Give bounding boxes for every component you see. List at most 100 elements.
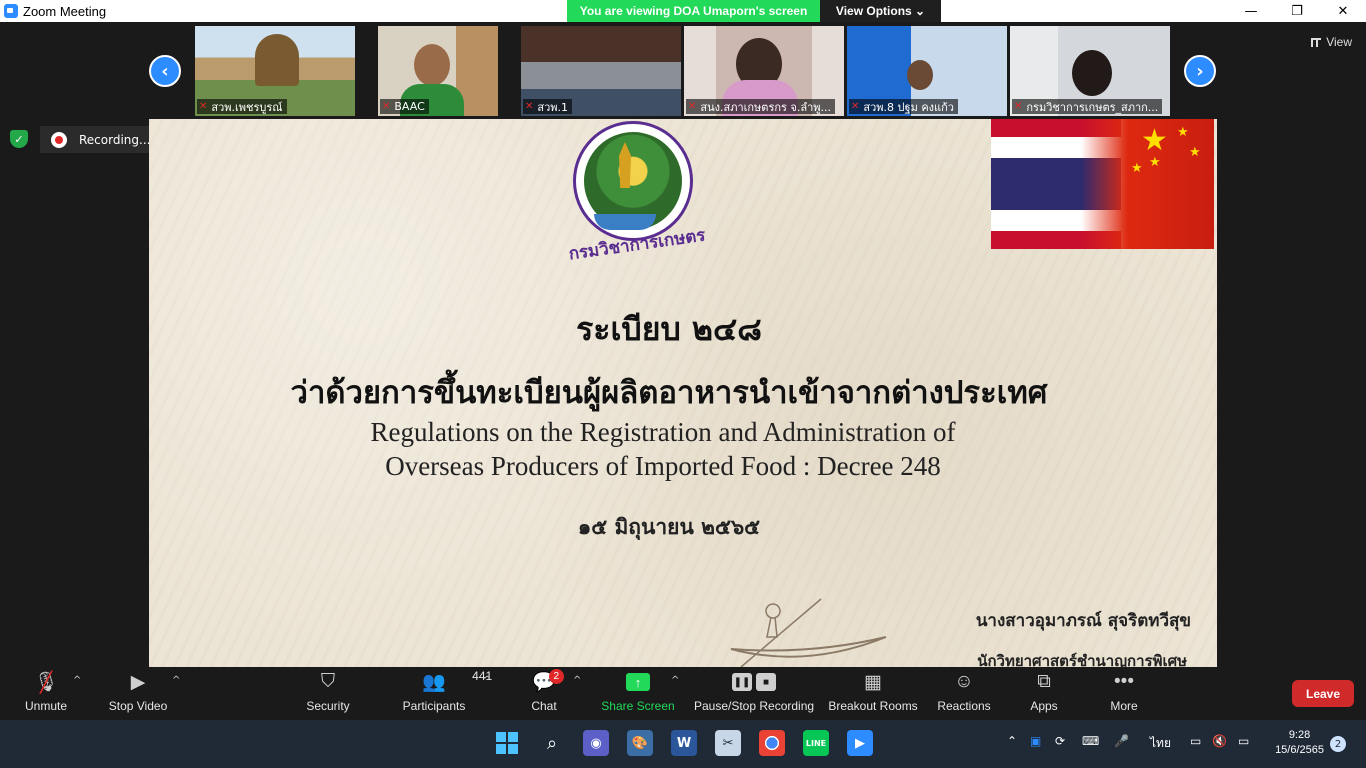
participant-thumbnail[interactable]: ✕ สวพ.8 ปฐม คงแก้ว	[847, 26, 1007, 116]
participant-name: สวพ.เพชรบูรณ์	[211, 100, 283, 114]
chrome-icon[interactable]	[759, 730, 785, 756]
apps-icon: ⧉	[1037, 671, 1051, 692]
sync-icon[interactable]: ⟳	[1055, 734, 1065, 748]
leave-button[interactable]: Leave	[1292, 680, 1354, 707]
viewing-message: You are viewing DOA Umaporn's screen	[567, 0, 820, 22]
recording-icon	[51, 131, 67, 148]
breakout-rooms-button[interactable]: ▦ Breakout Rooms	[828, 667, 918, 720]
participants-options-caret[interactable]: ^	[483, 675, 491, 686]
show-hidden-icons[interactable]: ⌃	[1007, 734, 1017, 748]
restore-button[interactable]: ❐	[1274, 0, 1320, 22]
slide-subtitle-thai: ว่าด้วยการขึ้นทะเบียนผู้ผลิตอาหารนำเข้าจ…	[290, 375, 1048, 411]
zoom-taskbar-icon[interactable]: ▶	[847, 730, 873, 756]
muted-mic-icon: ✕	[851, 101, 860, 112]
muted-mic-icon: ✕	[199, 101, 208, 112]
system-clock[interactable]: 9:28 15/6/2565	[1275, 728, 1324, 758]
thai-china-flags-image: ★ ★ ★ ★ ★	[991, 119, 1214, 249]
apps-button[interactable]: ⧉ Apps	[1028, 667, 1060, 720]
close-button[interactable]: ✕	[1320, 0, 1366, 22]
slide-date: ๑๕ มิถุนายน ๒๕๖๕	[577, 514, 761, 539]
video-camera-icon: ▶	[130, 671, 146, 693]
participant-name: สนง.สภาเกษตรกร จ.ลำพู...	[700, 100, 832, 114]
slide-title-thai: ระเบียบ ๒๔๘	[576, 310, 762, 348]
shield-icon: ⛉	[320, 671, 336, 692]
participants-icon: 👥 441	[422, 669, 493, 693]
breakout-rooms-icon: ▦	[864, 671, 882, 693]
participant-thumbnail[interactable]: ✕ กรมวิชาการเกษตร_สภาก...	[1010, 26, 1170, 116]
participant-strip: ‹ ✕ สวพ.เพชรบูรณ์ ✕ BAAC ✕ สวพ.1 ✕ สนง.สภาเก…	[0, 22, 1366, 118]
muted-mic-icon: ✕	[525, 101, 534, 112]
shared-screen: กรมวิชาการเกษตร ★ ★ ★ ★ ★ ระเบียบ ๒๔๘ ว่…	[149, 119, 1217, 667]
meeting-toolbar: 🎙 ╱ Unmute ^ ▶ Stop Video ^ ⛉ Security 👥 4…	[0, 667, 1366, 720]
muted-mic-icon: ✕	[688, 101, 697, 112]
view-options-button[interactable]: View Options ⌄	[820, 0, 941, 22]
clock-time: 9:28	[1288, 729, 1311, 741]
keyboard-icon[interactable]: ⌨	[1082, 734, 1099, 748]
chat-bubble-icon: 💬 2	[532, 667, 564, 697]
audio-options-caret[interactable]: ^	[73, 675, 81, 686]
word-icon[interactable]: W	[671, 730, 697, 756]
share-screen-icon: ↑	[626, 673, 650, 691]
view-button[interactable]: View	[1311, 35, 1352, 49]
grid-icon	[1311, 37, 1322, 47]
participant-thumbnail[interactable]: ✕ สนง.สภาเกษตรกร จ.ลำพู...	[684, 26, 844, 116]
participant-name: กรมวิชาการเกษตร_สภาก...	[1026, 100, 1159, 114]
next-page-button[interactable]: ›	[1184, 55, 1216, 87]
slide-title-english-line1: Regulations on the Registration and Admi…	[370, 417, 956, 447]
presenter-name: นางสาวอุมาภรณ์ สุจริตทวีสุข	[975, 611, 1191, 631]
participant-thumbnail[interactable]: ✕ สวพ.1	[521, 26, 681, 116]
window-title: Zoom Meeting	[23, 3, 107, 19]
windows-taskbar: ⌕ ◉ 🎨 W ✂ LINE ▶ ⌃ ▣ ⟳ ⌨ 🎤 ไทย ▭ 🔇 ▭ 9:2…	[0, 720, 1366, 768]
encryption-shield-icon[interactable]: ✓	[10, 130, 28, 148]
chat-button[interactable]: 💬 2 Chat	[528, 667, 564, 720]
pause-icon: ❚❚	[732, 673, 752, 691]
reaction-smiley-icon: ☺	[954, 671, 974, 692]
boat-illustration	[730, 598, 887, 667]
chat-badge: 2	[548, 669, 564, 684]
clock-date: 15/6/2565	[1275, 744, 1324, 756]
search-icon[interactable]: ⌕	[539, 730, 565, 756]
recording-label: Recording...	[79, 132, 151, 147]
unmute-button[interactable]: 🎙 ╱ Unmute	[20, 667, 72, 720]
line-app-icon[interactable]: LINE	[803, 730, 829, 756]
speaker-muted-icon[interactable]: 🔇	[1212, 734, 1227, 748]
participant-thumbnail[interactable]: ✕ สวพ.เพชรบูรณ์	[195, 26, 355, 116]
department-seal-logo	[573, 121, 693, 241]
muted-mic-icon: 🎙 ╱	[33, 671, 59, 694]
window-controls: — ❐ ✕	[1228, 0, 1366, 22]
viewing-banner: You are viewing DOA Umaporn's screen Vie…	[567, 0, 941, 22]
display-icon[interactable]: ▭	[1190, 734, 1201, 748]
microphone-icon[interactable]: 🎤	[1114, 734, 1129, 748]
teams-chat-icon[interactable]: ◉	[583, 730, 609, 756]
participant-name: BAAC	[394, 100, 425, 113]
prev-page-button[interactable]: ‹	[149, 55, 181, 87]
zoom-tray-icon[interactable]: ▣	[1030, 734, 1041, 748]
stop-icon: ■	[756, 673, 776, 691]
slide-title-english-line2: Overseas Producers of Imported Food : De…	[385, 451, 941, 481]
snipping-tool-icon[interactable]: ✂	[715, 730, 741, 756]
paint-icon[interactable]: 🎨	[627, 730, 653, 756]
input-language[interactable]: ไทย	[1150, 734, 1171, 753]
participant-name: สวพ.8 ปฐม คงแก้ว	[863, 100, 954, 114]
presenter-position: นักวิทยาศาสตร์ชำนาญการพิเศษ	[977, 652, 1187, 667]
more-dots-icon: •••	[1114, 671, 1134, 692]
chat-options-caret[interactable]: ^	[573, 675, 581, 686]
battery-icon[interactable]: ▭	[1238, 734, 1249, 748]
notification-badge[interactable]: 2	[1330, 736, 1346, 752]
muted-mic-icon: ✕	[1014, 101, 1023, 112]
windows-start-icon[interactable]	[494, 730, 520, 756]
pause-stop-recording-button[interactable]: ❚❚ ■ Pause/Stop Recording	[694, 667, 814, 720]
stop-video-button[interactable]: ▶ Stop Video	[105, 667, 171, 720]
more-button[interactable]: ••• More	[1108, 667, 1140, 720]
zoom-icon	[4, 4, 18, 18]
share-options-caret[interactable]: ^	[671, 675, 679, 686]
security-button[interactable]: ⛉ Security	[303, 667, 353, 720]
reactions-button[interactable]: ☺ Reactions	[936, 667, 992, 720]
video-options-caret[interactable]: ^	[172, 675, 180, 686]
minimize-button[interactable]: —	[1228, 0, 1274, 22]
participant-name: สวพ.1	[537, 100, 569, 114]
participant-thumbnail[interactable]: ✕ BAAC	[378, 26, 498, 116]
share-screen-button[interactable]: ↑ Share Screen	[601, 667, 675, 720]
participants-button[interactable]: 👥 441 Participants	[400, 667, 493, 720]
muted-mic-icon: ✕	[382, 101, 391, 112]
